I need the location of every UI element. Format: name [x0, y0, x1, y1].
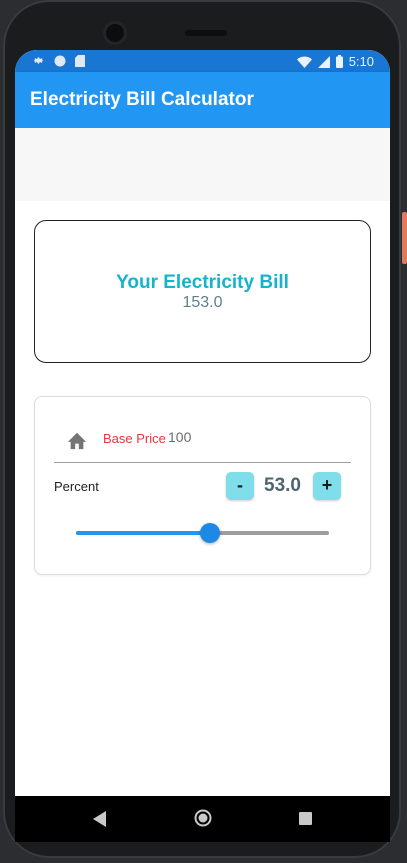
- bill-title: Your Electricity Bill: [116, 272, 289, 293]
- calculator-card: Base Price 100 Percent - 53.0 +: [34, 396, 371, 575]
- increment-button[interactable]: +: [313, 472, 341, 500]
- signal-icon: [317, 55, 330, 68]
- base-price-label: Base Price: [103, 431, 166, 446]
- percent-label: Percent: [54, 479, 99, 494]
- front-camera: [106, 24, 124, 42]
- slider-active-track: [76, 531, 211, 535]
- earpiece-speaker: [185, 30, 227, 36]
- base-price-underline: [54, 462, 351, 463]
- status-time: 5:10: [348, 54, 374, 69]
- back-icon[interactable]: [93, 811, 107, 827]
- percent-slider[interactable]: [76, 522, 329, 544]
- sd-card-icon: [75, 54, 85, 67]
- base-price-input[interactable]: 100: [168, 429, 191, 445]
- app-title: Electricity Bill Calculator: [30, 89, 254, 110]
- bill-value: 153.0: [182, 294, 223, 311]
- home-circle-icon[interactable]: [194, 809, 212, 827]
- home-icon: [67, 432, 87, 450]
- percent-value: 53.0: [264, 475, 301, 496]
- battery-icon: [335, 55, 343, 68]
- wifi-icon: [296, 56, 312, 68]
- recents-icon[interactable]: [299, 812, 312, 825]
- status-bar: 5:10: [15, 50, 390, 72]
- decrement-button[interactable]: -: [226, 472, 254, 500]
- slider-thumb[interactable]: [200, 523, 221, 543]
- screen: 5:10 Electricity Bill Calculator Your El…: [15, 50, 390, 796]
- side-button: [402, 212, 407, 264]
- settings-icon: [33, 57, 44, 64]
- header-spacer: [15, 128, 390, 201]
- bill-card: Your Electricity Bill 153.0: [34, 220, 371, 363]
- circle-icon: [54, 55, 66, 66]
- navigation-bar: [15, 796, 390, 842]
- app-bar: Electricity Bill Calculator: [15, 72, 390, 128]
